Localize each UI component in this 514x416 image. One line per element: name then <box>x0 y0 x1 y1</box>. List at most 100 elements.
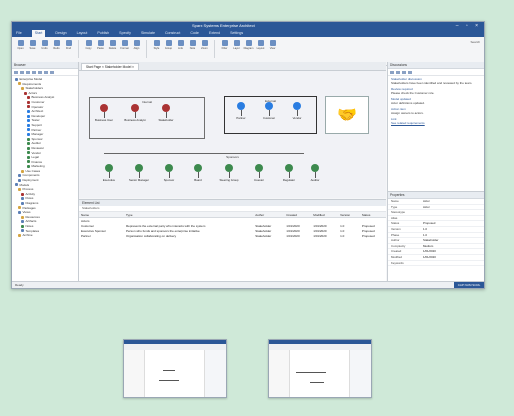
ribbon-separator <box>78 40 79 58</box>
ribbon-button[interactable]: Layout <box>256 40 265 50</box>
ribbon-button-label: View <box>269 47 276 50</box>
ribbon-button[interactable]: Format <box>120 40 129 50</box>
property-key: Modified <box>391 254 402 259</box>
actor[interactable]: Sponsor <box>157 164 181 182</box>
diagram-area: Start Page × Stakeholder Model × Interna… <box>79 62 386 282</box>
actor[interactable]: Executive <box>97 164 121 182</box>
browser-tree: Enterprise Model Requirements Stakeholders… <box>12 76 78 238</box>
property-key: Keywords <box>391 260 404 265</box>
ribbon-button[interactable]: Group <box>164 40 173 50</box>
ribbon-button[interactable]: Find <box>64 40 73 50</box>
menu-item[interactable]: Design <box>55 30 66 37</box>
ribbon-button-label: Paste <box>97 47 104 50</box>
actor[interactable]: Business User <box>92 104 116 122</box>
discussion-item[interactable]: Action item Assign owners to actors. <box>388 106 484 116</box>
ribbon-search[interactable]: Search <box>470 40 480 45</box>
discussion-item[interactable]: Link See related requirements <box>388 116 484 126</box>
tree-item-icon <box>27 160 30 164</box>
tree-item[interactable]: Archive <box>13 233 78 238</box>
table-row[interactable]: Partner Organisation collaborating on del… <box>79 233 386 238</box>
tree-item-icon <box>27 142 30 146</box>
ribbon-button[interactable]: Undo <box>40 40 49 50</box>
ribbon-button[interactable]: Filter <box>220 40 229 50</box>
property-value[interactable]: Actor <box>423 205 430 210</box>
ribbon-button[interactable]: Link <box>176 40 185 50</box>
menu-item[interactable]: Layout <box>77 30 88 37</box>
property-value[interactable]: 1.0 <box>423 227 427 232</box>
property-key: Author <box>391 238 400 243</box>
ribbon-button[interactable]: Delete <box>108 40 117 50</box>
ribbon-button[interactable]: Copy <box>84 40 93 50</box>
ribbon-button[interactable]: Save <box>28 40 37 50</box>
ribbon-button-icon <box>29 40 36 46</box>
ribbon-button-icon <box>97 40 104 46</box>
ribbon-button[interactable]: Note <box>188 40 197 50</box>
tree-item-icon <box>27 96 30 100</box>
menu-item[interactable]: Settings <box>230 30 243 37</box>
thumbnail-window-1[interactable] <box>123 339 227 398</box>
property-key: Phase <box>391 232 400 237</box>
window-controls[interactable]: – ▫ × <box>456 22 481 30</box>
actor[interactable]: Steering Group <box>217 164 241 182</box>
actor[interactable]: Investor <box>247 164 271 182</box>
actor[interactable]: Customer <box>257 102 281 120</box>
actor-label: Business User <box>94 118 114 122</box>
actor[interactable]: Business Analyst <box>123 104 147 122</box>
ribbon-button-icon <box>189 40 196 46</box>
property-value[interactable]: Stakeholder <box>423 238 438 243</box>
ribbon-button-label: Diagram <box>243 47 254 50</box>
actor[interactable]: Partner <box>229 102 253 120</box>
thumbnail-window-2[interactable] <box>268 339 372 398</box>
tree-item-icon <box>27 109 30 113</box>
property-value[interactable]: Medium <box>423 244 433 249</box>
property-value[interactable]: 1/01/2020 <box>423 255 436 260</box>
status-text: Ready <box>15 283 24 287</box>
menu-item[interactable]: Extend <box>209 30 220 37</box>
menu-item[interactable]: Construct <box>165 30 180 37</box>
property-value[interactable]: 1/01/2020 <box>423 249 436 254</box>
table-cell: Stakeholder <box>255 233 272 238</box>
actor[interactable]: Senior Manager <box>127 164 151 182</box>
actor[interactable]: Board <box>186 164 210 182</box>
discussion-item[interactable]: Model updated Actor definitions updated. <box>388 96 484 106</box>
actor-head-icon <box>311 164 319 172</box>
ribbon-button-label: Group <box>164 47 173 50</box>
property-value[interactable]: Actor <box>423 199 430 204</box>
ribbon-button[interactable]: Style <box>152 40 161 50</box>
property-value[interactable]: 1.0 <box>423 233 427 238</box>
handshake-icon[interactable]: 🤝 <box>325 96 369 134</box>
menu-item[interactable]: Start <box>31 30 46 37</box>
ribbon-button[interactable]: Paste <box>96 40 105 50</box>
ribbon-button[interactable]: Layer <box>232 40 241 50</box>
discussion-item[interactable]: Stakeholder discussion Stakeholders have … <box>388 76 484 86</box>
ribbon-button[interactable]: View <box>268 40 277 50</box>
tree-item-icon <box>27 151 30 155</box>
menu-item[interactable]: Specify <box>119 30 131 37</box>
menu-item[interactable]: Simulate <box>141 30 155 37</box>
ribbon-button[interactable]: Open <box>16 40 25 50</box>
property-row[interactable]: Keywords <box>388 261 484 267</box>
tree-item-icon <box>27 132 30 136</box>
ribbon-button-icon <box>221 40 228 46</box>
menu-item[interactable]: Publish <box>97 30 109 37</box>
property-key: Alias <box>391 215 398 220</box>
tab-diagram[interactable]: Start Page × Stakeholder Model × <box>81 63 140 70</box>
actor[interactable]: Vendor <box>285 102 309 120</box>
actor-label: Investor <box>254 178 264 182</box>
discussion-item[interactable]: Review required Please check the Customer… <box>388 86 484 96</box>
actor[interactable]: Regulator <box>277 164 301 182</box>
menu-item[interactable]: Code <box>190 30 199 37</box>
ribbon-button[interactable]: Align <box>132 40 141 50</box>
discussion-text[interactable]: See related requirements <box>391 121 425 125</box>
tree-item-icon <box>27 155 30 159</box>
actor[interactable]: Stakeholder <box>154 104 178 122</box>
property-value[interactable]: Proposed <box>423 221 435 226</box>
actor-head-icon <box>225 164 233 172</box>
menu-item[interactable]: File <box>16 30 22 37</box>
tree-item-icon <box>21 169 24 173</box>
ribbon-button[interactable]: Zoom <box>200 40 209 50</box>
ribbon-button[interactable]: Diagram <box>244 40 253 50</box>
ribbon-button[interactable]: Redo <box>52 40 61 50</box>
diagram-canvas[interactable]: Internal External 🤝 Sponsors Business Us… <box>79 71 386 198</box>
actor[interactable]: Auditor <box>303 164 327 182</box>
